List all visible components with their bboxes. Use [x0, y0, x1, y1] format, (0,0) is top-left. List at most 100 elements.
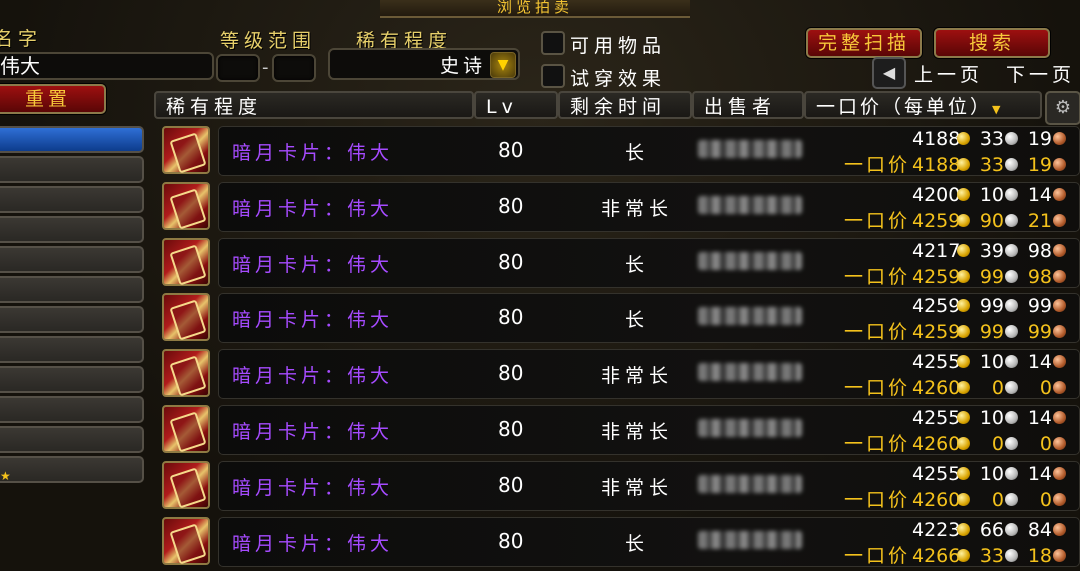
silver-coin-icon [1005, 492, 1018, 506]
category-item[interactable] [0, 366, 144, 393]
copper-coin-icon [1053, 492, 1066, 506]
gear-icon[interactable]: ⚙ [1045, 91, 1080, 125]
item-name[interactable]: 暗月卡片：伟大 [232, 361, 393, 388]
preview-checkbox[interactable] [541, 64, 565, 88]
buyout-copper: 0 [1039, 488, 1052, 511]
copper-coin-icon [1053, 158, 1066, 171]
item-name[interactable]: 暗月卡片：伟大 [232, 250, 393, 277]
seller-name-blurred [698, 419, 802, 437]
table-row[interactable]: 暗月卡片：伟大 80 非常长 4255 10 14 一口价 4260 0 0 [162, 459, 1080, 511]
buyout-price: 一口价 4188 33 19 [844, 150, 1068, 177]
silver-coin-icon [1005, 381, 1018, 395]
seller-name-blurred [698, 251, 802, 270]
gold-coin-icon [957, 411, 970, 424]
table-row[interactable]: 暗月卡片：伟大 80 非常长 4255 10 14 一口价 4260 0 0 [162, 403, 1080, 455]
category-item[interactable] [0, 396, 144, 423]
gold-coin-icon [957, 437, 970, 450]
bid-price: 4255 10 14 [912, 463, 1068, 485]
prev-page-button[interactable]: 上一页 [914, 60, 983, 87]
category-item[interactable] [0, 426, 144, 453]
darkmoon-card-icon[interactable] [162, 293, 210, 342]
bid-copper: 99 [1027, 295, 1052, 318]
category-item[interactable] [0, 336, 144, 363]
category-item[interactable] [0, 306, 144, 333]
item-name[interactable]: 暗月卡片：伟大 [232, 138, 393, 165]
search-button[interactable]: 搜索 [934, 28, 1050, 58]
darkmoon-card-icon[interactable] [162, 405, 210, 453]
bid-gold: 4200 [912, 183, 961, 206]
category-item[interactable] [0, 156, 144, 183]
star-icon: ★ [0, 469, 11, 483]
table-row[interactable]: 暗月卡片：伟大 80 非常长 4200 10 14 一口价 4259 90 21 [162, 180, 1080, 232]
gold-coin-icon [957, 381, 970, 395]
category-item[interactable] [0, 456, 144, 483]
item-name[interactable]: 暗月卡片：伟大 [232, 417, 393, 444]
category-item[interactable] [0, 186, 144, 213]
usable-items-checkbox[interactable] [541, 31, 565, 55]
gold-coin-icon [957, 132, 970, 145]
table-row[interactable]: 暗月卡片：伟大 80 长 4217 39 98 一口价 4259 99 98 [162, 236, 1080, 288]
max-level-input[interactable] [272, 54, 316, 82]
buyout-gold: 4188 [912, 154, 961, 176]
table-row[interactable]: 暗月卡片：伟大 80 长 4188 33 19 一口价 4188 33 19 [162, 124, 1080, 176]
table-row[interactable]: 暗月卡片：伟大 80 非常长 4255 10 14 一口价 4260 0 0 [162, 347, 1080, 400]
copper-coin-icon [1053, 325, 1066, 339]
seller-name-blurred [698, 530, 802, 549]
bid-silver: 10 [979, 183, 1004, 206]
bid-copper: 84 [1027, 518, 1052, 541]
bid-gold: 4223 [912, 518, 961, 541]
item-time-left: 长 [624, 253, 649, 276]
auction-house-window: 浏览拍卖 名字 伟大 等级范围 - 稀有程度 史诗 ▼ 可用物品 试穿效果 完整… [0, 0, 1080, 571]
column-header-level[interactable]: Lv [474, 91, 558, 119]
category-item[interactable] [0, 216, 144, 243]
buyout-prefix: 一口价 [843, 377, 910, 400]
reset-button[interactable]: 重置 [0, 84, 106, 114]
buyout-copper: 18 [1027, 544, 1052, 567]
copper-coin-icon [1053, 466, 1066, 480]
column-header-time-left[interactable]: 剩余时间 [558, 91, 692, 119]
prev-page-arrow-icon[interactable]: ◀ [872, 57, 906, 89]
next-page-button[interactable]: 下一页 [1006, 60, 1075, 87]
darkmoon-card-icon[interactable] [162, 516, 210, 565]
level-range-label: 等级范围 [220, 30, 317, 52]
item-name[interactable]: 暗月卡片：伟大 [232, 194, 393, 221]
auction-results-list: 暗月卡片：伟大 80 长 4188 33 19 一口价 4188 33 19 暗月卡片：伟… [152, 124, 1080, 571]
copper-coin-icon [1053, 381, 1066, 395]
window-title: 浏览拍卖 [380, 0, 690, 18]
darkmoon-card-icon[interactable] [162, 126, 210, 174]
item-name[interactable]: 暗月卡片：伟大 [232, 305, 393, 332]
item-name[interactable]: 暗月卡片：伟大 [232, 529, 393, 556]
rarity-dropdown[interactable]: 史诗 ▼ [328, 48, 520, 80]
item-level: 80 [498, 249, 524, 274]
full-scan-button[interactable]: 完整扫描 [806, 28, 922, 58]
copper-coin-icon [1053, 269, 1066, 283]
item-name[interactable]: 暗月卡片：伟大 [232, 473, 393, 500]
category-item[interactable] [0, 246, 144, 273]
darkmoon-card-icon[interactable] [162, 237, 210, 286]
name-search-input[interactable]: 伟大 [0, 52, 214, 80]
darkmoon-card-icon[interactable] [162, 349, 210, 398]
bid-silver: 39 [979, 239, 1004, 262]
buyout-prefix: 一口价 [843, 321, 910, 344]
column-header-buyout[interactable]: 一口价（每单位）▼ [804, 91, 1042, 119]
gold-coin-icon [957, 522, 970, 536]
column-header-rarity[interactable]: 稀有程度 [154, 91, 474, 119]
table-row[interactable]: 暗月卡片：伟大 80 长 4259 99 99 一口价 4259 99 99 [162, 291, 1080, 344]
min-level-input[interactable] [216, 54, 260, 82]
silver-coin-icon [1005, 158, 1018, 171]
darkmoon-card-icon[interactable] [162, 181, 210, 230]
item-level: 80 [498, 528, 524, 553]
table-row[interactable]: 暗月卡片：伟大 80 长 4223 66 84 一口价 4266 33 18 [162, 515, 1080, 567]
gold-coin-icon [957, 492, 970, 506]
item-time-left: 非常长 [600, 197, 673, 220]
column-header-seller[interactable]: 出售者 [692, 91, 804, 119]
bid-copper: 14 [1027, 462, 1052, 485]
buyout-gold: 4259 [912, 265, 961, 288]
seller-name-blurred [698, 474, 802, 493]
category-item[interactable] [0, 276, 144, 303]
chevron-down-icon[interactable]: ▼ [490, 52, 516, 78]
category-item[interactable] [0, 126, 144, 153]
buyout-gold: 4259 [912, 321, 961, 344]
buyout-silver: 33 [979, 544, 1004, 567]
darkmoon-card-icon[interactable] [162, 460, 210, 509]
